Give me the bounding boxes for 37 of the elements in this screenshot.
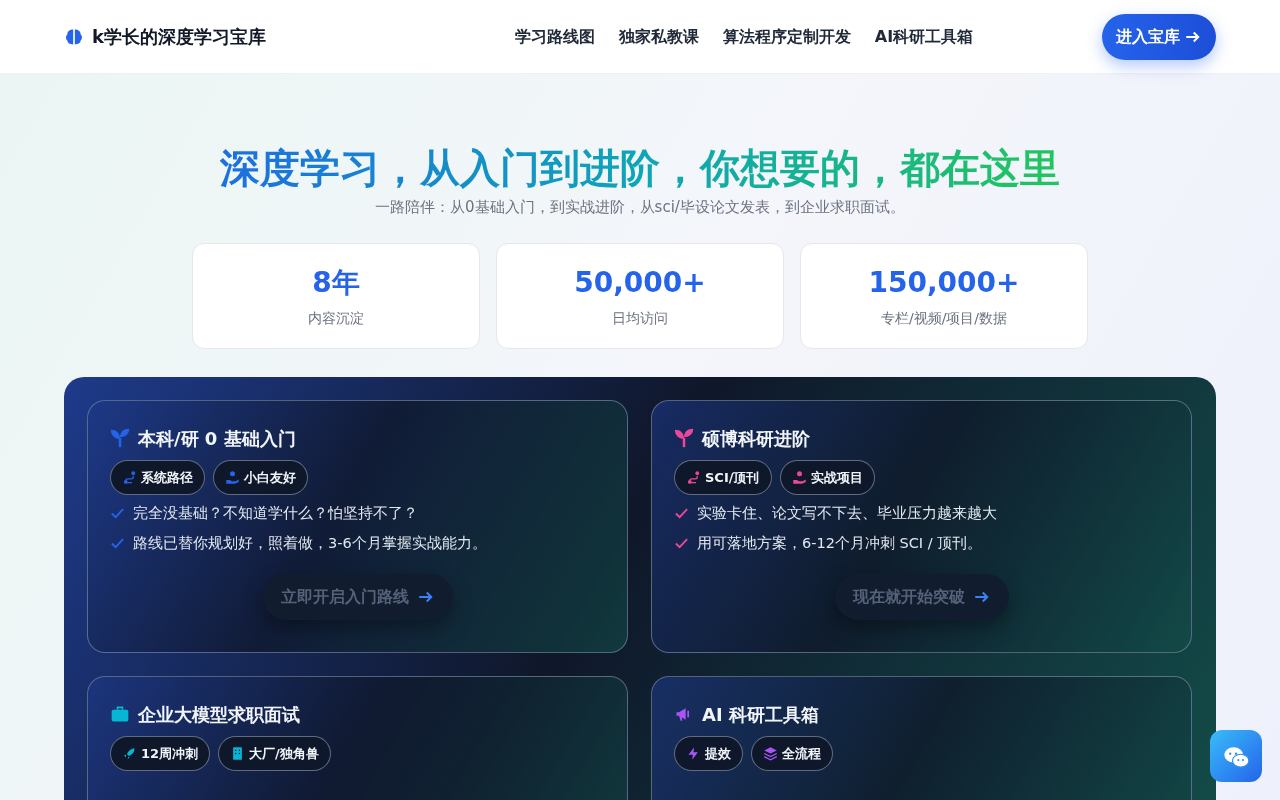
card-title: AI 科研工具箱 <box>702 702 819 727</box>
nav-link[interactable]: AI科研工具箱 <box>874 24 974 49</box>
chat-button[interactable] <box>1210 730 1262 782</box>
tag: 提效 <box>674 735 743 771</box>
stat-label: 内容沉淀 <box>308 309 364 328</box>
card-title: 本科/研 0 基础入门 <box>138 426 296 451</box>
hero-title: 深度学习，从入门到进阶，你想要的，都在这里 <box>220 144 1060 192</box>
card-title: 硕博科研进阶 <box>702 426 810 451</box>
feature-point: 实验卡住、论文写不下去、毕业压力越来越大 <box>697 504 997 523</box>
tag: 小白友好 <box>213 459 308 495</box>
hand-icon <box>225 469 240 485</box>
nav-link[interactable]: 独家私教课 <box>618 24 699 49</box>
tag: 全流程 <box>751 735 833 771</box>
layers-icon <box>763 745 778 761</box>
stat-label: 专栏/视频/项目/数据 <box>880 309 1008 328</box>
feature-point: 用可落地方案，6-12个月冲刺 SCI / 顶刊。 <box>697 533 983 553</box>
tag: 实战项目 <box>779 459 875 495</box>
stat-label: 日均访问 <box>612 309 668 328</box>
card-title: 企业大模型求职面试 <box>138 702 300 727</box>
stat-value: 8年 <box>312 265 360 301</box>
hand-icon <box>791 469 807 485</box>
feature-point: 完全没基础？不知道学什么？怕坚持不了？ <box>133 504 418 523</box>
stat-value: 50,000+ <box>574 265 706 301</box>
nav-link[interactable]: 学习路线图 <box>514 24 595 49</box>
enter-button[interactable]: 进入宝库 <box>1102 13 1216 60</box>
route-icon <box>122 469 137 485</box>
stat-value: 150,000+ <box>868 265 1020 301</box>
bolt-icon <box>686 745 701 761</box>
tag: 系统路径 <box>110 459 205 495</box>
tag: 大厂/独角兽 <box>218 735 331 771</box>
nav-link[interactable]: 算法程序定制开发 <box>722 24 851 49</box>
route-icon <box>686 469 701 485</box>
tag: SCI/顶刊 <box>674 459 772 495</box>
hero-subtitle: 一路陪伴：从0基础入门，到实战进阶，从sci/毕设论文发表，到企业求职面试。 <box>374 197 906 218</box>
feature-point: 路线已替你规划好，照着做，3-6个月掌握实战能力。 <box>133 533 487 553</box>
tag: 12周冲刺 <box>110 735 211 771</box>
site-title: k学长的深度学习宝库 <box>92 25 266 49</box>
